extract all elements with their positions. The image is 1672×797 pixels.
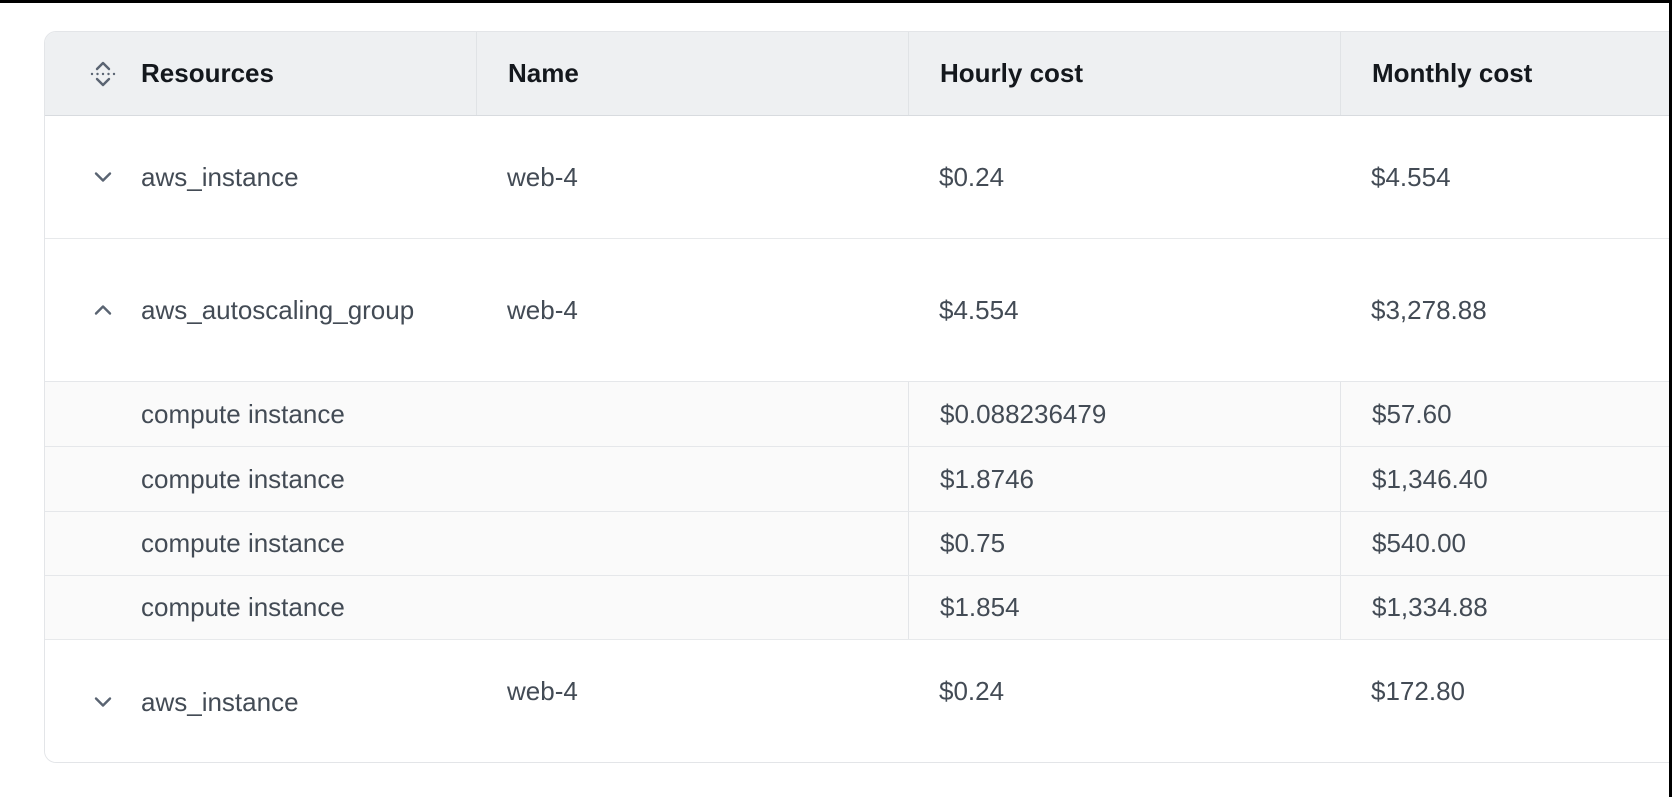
table-subrow-component: compute instance $1.8746 $1,346.40	[45, 446, 1672, 511]
component-cell: compute instance	[45, 576, 908, 639]
column-label-resources: Resources	[141, 58, 274, 89]
hourly-cost-cell: $0.75	[908, 512, 1340, 575]
chevron-up-icon[interactable]	[86, 293, 120, 327]
table-subrow-component: compute instance $0.088236479 $57.60	[45, 381, 1672, 446]
monthly-cost-cell: $172.80	[1340, 640, 1672, 763]
drag-handle-icon[interactable]	[86, 57, 120, 91]
chevron-down-icon[interactable]	[86, 160, 120, 194]
header-cell-hourly-cost: Hourly cost	[908, 32, 1340, 115]
monthly-cost-cell: $540.00	[1340, 512, 1672, 575]
resource-name: aws_instance	[141, 687, 299, 718]
name-cell: web-4	[476, 239, 908, 381]
monthly-cost-cell: $3,278.88	[1340, 239, 1672, 381]
table-row-resource[interactable]: aws_instance web-4 $0.24 $4.554	[45, 115, 1672, 238]
column-label-name: Name	[508, 58, 579, 89]
resource-cell: aws_instance	[45, 640, 476, 763]
column-label-monthly-cost: Monthly cost	[1372, 58, 1532, 89]
monthly-cost-cell: $1,346.40	[1340, 447, 1672, 511]
chevron-down-icon[interactable]	[86, 685, 120, 719]
header-cell-name: Name	[476, 32, 908, 115]
hourly-cost-cell: $4.554	[908, 239, 1340, 381]
table-header-row: Resources Name Hourly cost Monthly cost	[45, 32, 1672, 115]
name-cell: web-4	[476, 116, 908, 238]
component-cell: compute instance	[45, 382, 908, 446]
resource-cell: aws_autoscaling_group	[45, 239, 476, 381]
column-label-hourly-cost: Hourly cost	[940, 58, 1083, 89]
header-cell-resources: Resources	[45, 32, 476, 115]
table-row-resource[interactable]: aws_autoscaling_group web-4 $4.554 $3,27…	[45, 238, 1672, 381]
screenshot-top-edge	[0, 0, 1672, 3]
name-cell: web-4	[476, 640, 908, 763]
monthly-cost-cell: $57.60	[1340, 382, 1672, 446]
hourly-cost-cell: $1.8746	[908, 447, 1340, 511]
component-cell: compute instance	[45, 512, 908, 575]
hourly-cost-cell: $1.854	[908, 576, 1340, 639]
resource-cell: aws_instance	[45, 116, 476, 238]
hourly-cost-cell: $0.24	[908, 116, 1340, 238]
monthly-cost-cell: $4.554	[1340, 116, 1672, 238]
hourly-cost-cell: $0.088236479	[908, 382, 1340, 446]
header-cell-monthly-cost: Monthly cost	[1340, 32, 1672, 115]
table-row-resource[interactable]: aws_instance web-4 $0.24 $172.80	[45, 639, 1672, 763]
resource-name: aws_autoscaling_group	[141, 295, 414, 326]
table-subrow-component: compute instance $0.75 $540.00	[45, 511, 1672, 575]
table-subrow-component: compute instance $1.854 $1,334.88	[45, 575, 1672, 639]
hourly-cost-cell: $0.24	[908, 640, 1340, 763]
monthly-cost-cell: $1,334.88	[1340, 576, 1672, 639]
component-cell: compute instance	[45, 447, 908, 511]
cost-breakdown-table: Resources Name Hourly cost Monthly cost …	[44, 31, 1672, 763]
resource-name: aws_instance	[141, 162, 299, 193]
